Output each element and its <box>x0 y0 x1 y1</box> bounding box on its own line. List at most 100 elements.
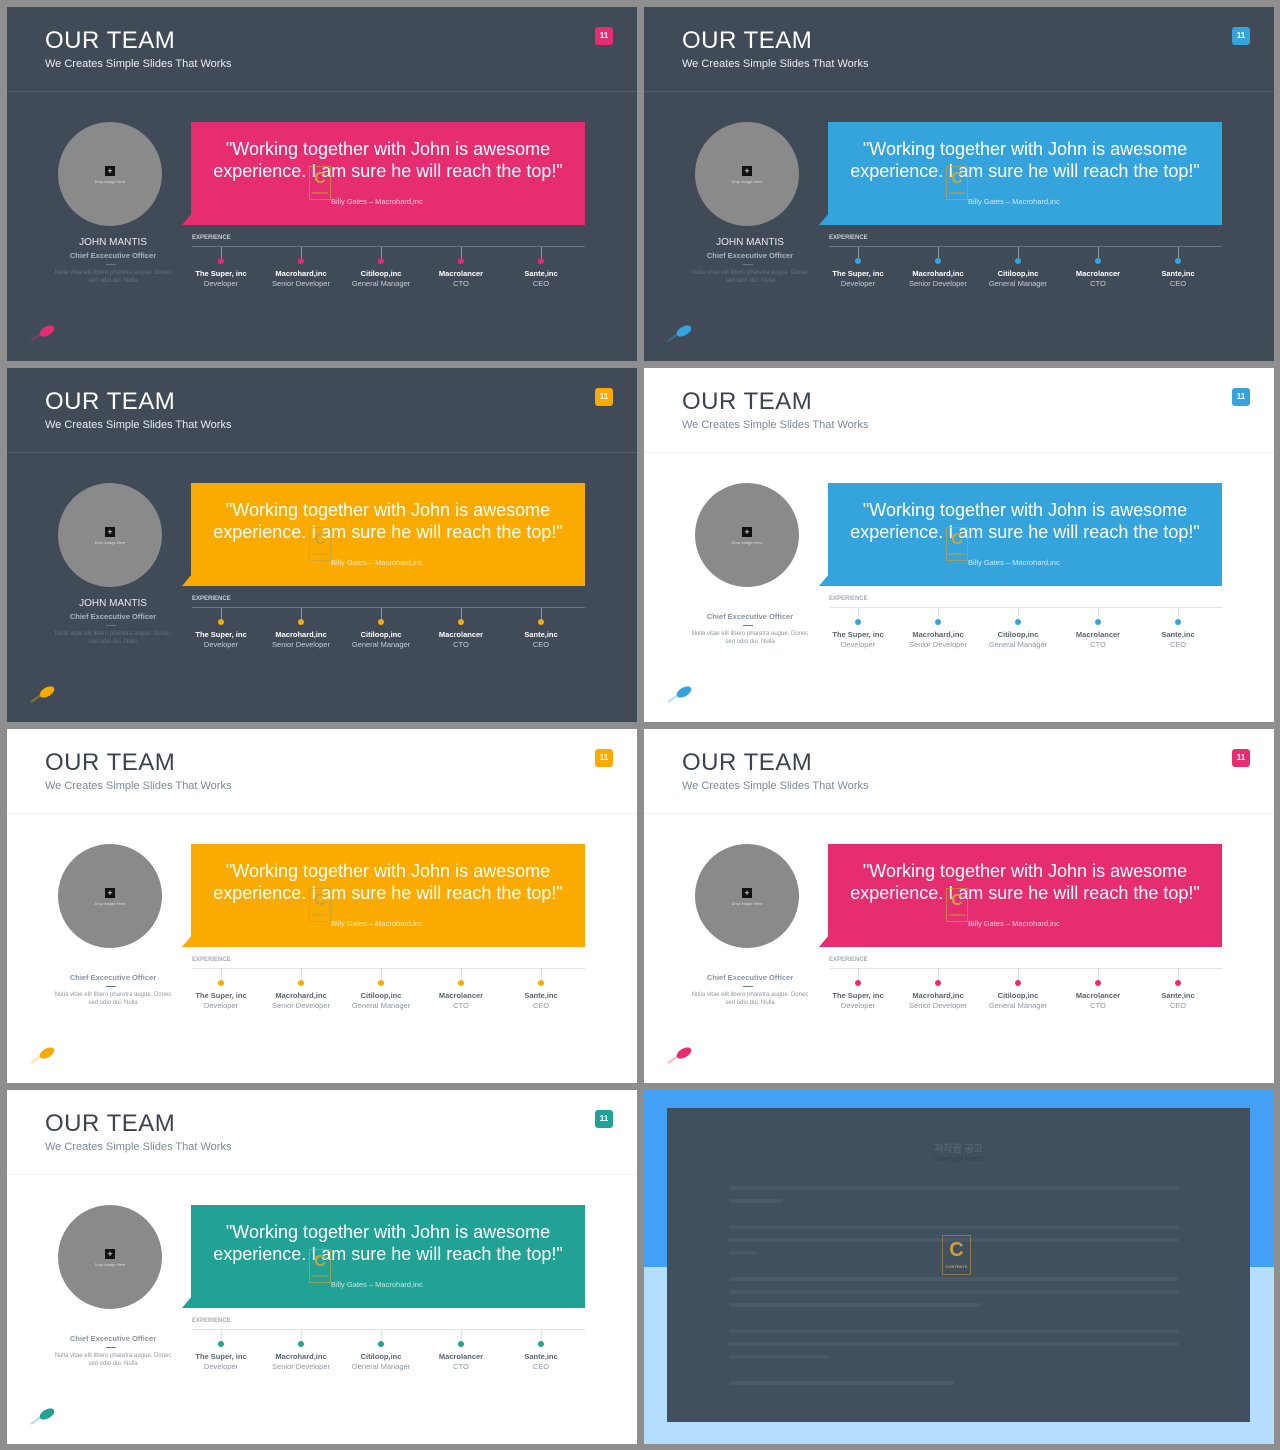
job-position: Developer <box>840 640 876 649</box>
timeline-dot <box>378 980 384 986</box>
quote-box: "Working together with John is awesome e… <box>191 122 585 225</box>
job-position: CEO <box>532 1001 550 1010</box>
company-name: Sante,inc <box>524 991 558 1000</box>
company-name: The Super, inc <box>832 630 884 639</box>
team-slide[interactable]: OUR TEAM We Creates Simple Slides That W… <box>7 1090 637 1444</box>
job-position: Developer <box>203 279 239 288</box>
divider <box>106 986 116 987</box>
timeline-dot <box>1015 258 1021 264</box>
company-name: Macrohard,inc <box>912 630 964 639</box>
timeline-dot <box>855 258 861 264</box>
plus-icon[interactable]: + <box>742 527 752 537</box>
company-name: Citiloop,inc <box>997 269 1039 278</box>
person-role: Chief Excecutive Officer <box>706 612 794 621</box>
job-position: CEO <box>532 279 550 288</box>
person-name: JOHN MANTIS <box>79 237 147 248</box>
image-placeholder[interactable]: + Drop Image Here <box>58 122 162 226</box>
watermark-logo: C CONTENTS <box>309 527 331 561</box>
company-name: Macrolancer <box>1075 991 1121 1000</box>
timeline-line <box>192 607 585 608</box>
image-placeholder[interactable]: + Drop Image Here <box>58 483 162 587</box>
timeline-stem <box>1177 608 1179 619</box>
timeline-dot <box>935 980 941 986</box>
timeline-dot <box>458 619 464 625</box>
quote-box: "Working together with John is awesome e… <box>191 1205 585 1308</box>
plus-icon[interactable]: + <box>105 166 115 176</box>
timeline-dot <box>1175 258 1181 264</box>
plus-icon[interactable]: + <box>742 166 752 176</box>
quote-box: "Working together with John is awesome e… <box>191 844 585 947</box>
rocket-icon <box>667 325 692 342</box>
job-position: General Manager <box>351 640 411 649</box>
slide-title: OUR TEAM <box>45 1110 176 1137</box>
timeline-dot <box>458 980 464 986</box>
company-name: Sante,inc <box>524 1352 558 1361</box>
rocket-icon <box>667 1047 692 1064</box>
drop-image-label: Drop Image Here <box>94 901 126 906</box>
team-slide[interactable]: OUR TEAM We Creates Simple Slides That W… <box>644 729 1274 1083</box>
timeline-stem <box>300 1330 302 1341</box>
timeline-dot <box>538 619 544 625</box>
job-position: CTO <box>453 279 469 288</box>
person-bio: Nulla vitae elit libero pharetra augue. … <box>54 270 172 284</box>
image-placeholder[interactable]: + Drop Image Here <box>695 483 799 587</box>
job-position: Senior Developer <box>909 1001 967 1010</box>
header-divider <box>644 452 1274 453</box>
drop-image-label: Drop Image Here <box>731 179 763 184</box>
timeline-stem <box>1017 608 1019 619</box>
company-name: Sante,inc <box>1161 991 1195 1000</box>
team-slide[interactable]: OUR TEAM We Creates Simple Slides That W… <box>7 368 637 722</box>
notice-text-line <box>729 1290 1179 1294</box>
team-slide[interactable]: OUR TEAM We Creates Simple Slides That W… <box>7 729 637 1083</box>
timeline-dot <box>1175 619 1181 625</box>
job-position: Senior Developer <box>909 640 967 649</box>
header-divider <box>644 91 1274 92</box>
timeline-dot <box>538 258 544 264</box>
company-name: Macrohard,inc <box>275 269 327 278</box>
person-role: Chief Excecutive Officer <box>69 973 157 982</box>
notice-text-line <box>729 1225 1179 1229</box>
plus-icon[interactable]: + <box>105 1249 115 1259</box>
timeline-stem <box>1177 247 1179 258</box>
timeline-stem <box>220 969 222 980</box>
plus-icon[interactable]: + <box>742 888 752 898</box>
image-placeholder[interactable]: + Drop Image Here <box>58 844 162 948</box>
timeline-stem <box>300 247 302 258</box>
watermark-logo: C CONTENTS <box>946 527 968 561</box>
quote-author: Billy Gates – Macrohard,inc <box>331 197 423 206</box>
team-slide[interactable]: OUR TEAM We Creates Simple Slides That W… <box>7 7 637 361</box>
rocket-icon <box>30 1047 55 1064</box>
company-name: Citiloop,inc <box>360 1352 402 1361</box>
divider <box>743 264 753 265</box>
slide-subtitle: We Creates Simple Slides That Works <box>45 780 232 792</box>
person-name: JOHN MANTIS <box>716 237 784 248</box>
plus-icon[interactable]: + <box>105 888 115 898</box>
timeline-dot <box>378 619 384 625</box>
header-divider <box>7 813 637 814</box>
company-name: The Super, inc <box>832 991 884 1000</box>
job-position: CEO <box>1169 279 1187 288</box>
timeline-dot <box>458 258 464 264</box>
job-position: CEO <box>1169 640 1187 649</box>
team-slide[interactable]: OUR TEAM We Creates Simple Slides That W… <box>644 7 1274 361</box>
page-number-badge: 11 <box>1232 749 1250 767</box>
divider <box>106 1347 116 1348</box>
image-placeholder[interactable]: + Drop Image Here <box>695 844 799 948</box>
notice-panel: 저작권 공고 Copyright Notice C CONTENTS <box>667 1108 1250 1422</box>
job-position: Senior Developer <box>272 1001 330 1010</box>
timeline-dot <box>1095 258 1101 264</box>
image-placeholder[interactable]: + Drop Image Here <box>58 1205 162 1309</box>
slide-title: OUR TEAM <box>45 749 176 776</box>
timeline-dot <box>218 258 224 264</box>
notice-text-line <box>729 1251 756 1255</box>
job-position: Senior Developer <box>909 279 967 288</box>
team-slide[interactable]: OUR TEAM We Creates Simple Slides That W… <box>644 368 1274 722</box>
person-name: JOHN MANTIS <box>79 598 147 609</box>
company-name: Macrolancer <box>1075 630 1121 639</box>
notice-text-line <box>729 1277 1179 1281</box>
image-placeholder[interactable]: + Drop Image Here <box>695 122 799 226</box>
timeline-dot <box>378 258 384 264</box>
timeline-line <box>192 1329 585 1330</box>
plus-icon[interactable]: + <box>105 527 115 537</box>
slide-subtitle: We Creates Simple Slides That Works <box>45 58 232 70</box>
